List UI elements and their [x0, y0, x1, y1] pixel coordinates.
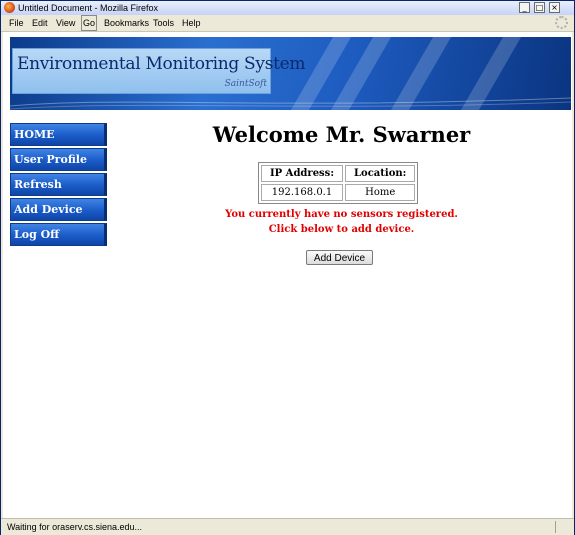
add-device-instruction: Click below to add device. — [268, 224, 415, 235]
browser-window: Untitled Document - Mozilla Firefox _ □ … — [0, 0, 575, 535]
page-content: Environmental Monitoring System SaintSof… — [3, 32, 572, 518]
banner-wave-lines — [10, 97, 571, 110]
nav-home-button[interactable]: HOME — [10, 123, 107, 146]
window-title: Untitled Document - Mozilla Firefox — [18, 3, 159, 13]
status-divider — [555, 521, 556, 533]
menu-tools[interactable]: Tools — [152, 16, 175, 30]
nav-add-device-button[interactable]: Add Device — [10, 198, 107, 221]
status-text: Waiting for oraserv.cs.siena.edu... — [7, 522, 143, 532]
add-device-button[interactable]: Add Device — [306, 250, 373, 265]
side-nav: HOME User Profile Refresh Add Device Log… — [10, 123, 107, 248]
welcome-heading: Welcome Mr. Swarner — [212, 122, 471, 147]
ip-address-label: IP Address: — [261, 165, 344, 182]
menu-file[interactable]: File — [8, 16, 25, 30]
menu-bookmarks[interactable]: Bookmarks — [103, 16, 150, 30]
location-label: Location: — [345, 165, 416, 182]
title-bar: Untitled Document - Mozilla Firefox _ □ … — [1, 1, 574, 16]
no-sensors-message: You currently have no sensors registered… — [225, 209, 458, 220]
menu-help[interactable]: Help — [181, 16, 202, 30]
throbber-icon — [555, 16, 568, 29]
nav-refresh-button[interactable]: Refresh — [10, 173, 107, 196]
menu-edit[interactable]: Edit — [31, 16, 49, 30]
close-button[interactable]: × — [549, 2, 560, 13]
nav-log-off-button[interactable]: Log Off — [10, 223, 107, 246]
ip-address-value: 192.168.0.1 — [261, 184, 344, 201]
site-banner: Environmental Monitoring System SaintSof… — [10, 37, 571, 110]
firefox-icon — [4, 2, 15, 13]
maximize-button[interactable]: □ — [534, 2, 545, 13]
minimize-button[interactable]: _ — [519, 2, 530, 13]
device-info-table: IP Address: Location: 192.168.0.1 Home — [258, 162, 419, 204]
banner-subtitle: SaintSoft — [224, 79, 267, 89]
status-bar: Waiting for oraserv.cs.siena.edu... — [1, 518, 574, 535]
location-value: Home — [345, 184, 416, 201]
menu-view[interactable]: View — [55, 16, 76, 30]
banner-title: Environmental Monitoring System — [17, 54, 306, 74]
nav-user-profile-button[interactable]: User Profile — [10, 148, 107, 171]
menu-bar: File Edit View Go Bookmarks Tools Help — [1, 15, 574, 32]
banner-title-panel: Environmental Monitoring System SaintSof… — [12, 48, 306, 94]
menu-go[interactable]: Go — [81, 15, 98, 31]
